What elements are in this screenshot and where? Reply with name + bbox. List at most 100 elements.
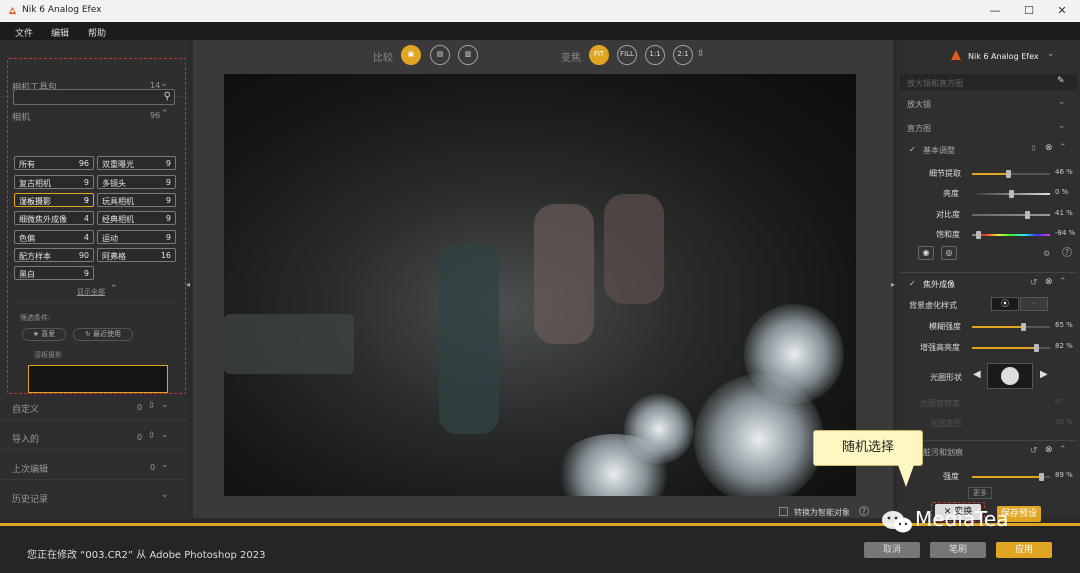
category-toy-camera[interactable]: 玩具相机 9 — [97, 193, 176, 207]
pin-icon[interactable]: ✎ — [1057, 76, 1065, 86]
dirt-header[interactable]: 脏污和划痕 — [923, 447, 963, 458]
slider-blur[interactable] — [972, 323, 1050, 331]
chevron-up-icon[interactable]: ⌃ — [161, 109, 169, 119]
zoom-1-1-button[interactable]: 1:1 — [645, 45, 665, 65]
value-highlights: 82 % — [1055, 342, 1073, 350]
camera-header[interactable]: 相机 — [12, 110, 30, 123]
chevron-up-icon[interactable]: ⌃ — [1059, 445, 1067, 455]
slider-label-saturation: 饱和度 — [936, 230, 960, 239]
category-bw[interactable]: 黑白 9 — [14, 266, 94, 280]
side-by-side-icon[interactable]: ▤ — [430, 45, 450, 65]
value-saturation: -84 % — [1055, 229, 1076, 237]
menu-edit[interactable]: 编辑 — [51, 26, 69, 39]
chevron-down-icon[interactable]: ⌄ — [161, 490, 169, 500]
close-icon[interactable]: ✕ — [1054, 3, 1070, 19]
chevron-down-icon[interactable]: ⌄ — [161, 400, 169, 410]
next-shape-icon[interactable]: ▶ — [1040, 369, 1048, 380]
category-recipe[interactable]: 配方样本 90 — [14, 248, 94, 262]
adjust-icon[interactable]: ⚙ — [1043, 249, 1050, 258]
section-custom[interactable]: 自定义 — [12, 402, 39, 415]
category-motion[interactable]: 运动 9 — [97, 230, 176, 244]
minimize-icon[interactable]: — — [987, 3, 1003, 19]
category-multi-lens[interactable]: 多镜头 9 — [97, 175, 176, 189]
show-all-link[interactable]: 显示全部 — [77, 287, 105, 297]
bokeh-style-option-2[interactable]: · — [1020, 297, 1048, 311]
split-view-icon[interactable]: ▥ — [458, 45, 478, 65]
category-subtle-bokeh[interactable]: 细微焦外成像 4 — [14, 211, 94, 225]
filter-favorites[interactable]: ★ 喜爱 — [22, 328, 66, 341]
wechat-icon — [882, 511, 912, 533]
histogram-header[interactable]: 直方图 — [907, 123, 931, 134]
smart-object-checkbox[interactable] — [779, 507, 788, 516]
chevron-down-icon[interactable]: ⌄ — [1047, 49, 1055, 59]
zoom-fill-button[interactable]: FILL — [617, 45, 637, 65]
section-history[interactable]: 历史记录 — [12, 492, 48, 505]
close-icon[interactable]: ⊗ — [1045, 277, 1053, 287]
bokeh-header[interactable]: 焦外成像 — [923, 279, 955, 290]
help-icon[interactable]: ? — [859, 506, 869, 516]
picker-icon[interactable]: ◉ — [918, 246, 934, 260]
section-last-edit[interactable]: 上次编辑 — [12, 462, 48, 475]
aperture-circle-icon — [1001, 367, 1019, 385]
reset-icon[interactable]: ↺ — [1030, 278, 1038, 288]
cancel-button[interactable]: 取消 — [864, 542, 920, 558]
title-bar: Nik 6 Analog Efex — ☐ ✕ — [0, 0, 1080, 22]
category-color-cast[interactable]: 色偏 4 — [14, 230, 94, 244]
slider-brightness[interactable] — [972, 190, 1050, 198]
filter-recent[interactable]: ↻ 最近使用 — [73, 328, 133, 341]
aperture-shape-preview[interactable] — [987, 363, 1033, 389]
chevron-down-icon[interactable]: ⌄ — [1058, 121, 1066, 131]
basic-header[interactable]: 基本调整 — [923, 145, 955, 156]
search-input[interactable]: ⚲ — [13, 89, 175, 105]
slider-saturation[interactable] — [972, 231, 1050, 239]
reset-icon[interactable]: ↺ — [1030, 446, 1038, 456]
brush-button[interactable]: 笔刷 — [930, 542, 986, 558]
more-dropdown[interactable]: 更多 — [968, 487, 992, 499]
preview-image[interactable] — [224, 74, 856, 496]
slider-detail[interactable] — [972, 170, 1050, 178]
search-icon[interactable]: ⚲ — [164, 91, 171, 102]
chevron-down-icon[interactable]: ⌄ — [161, 430, 169, 440]
preset-thumbnail[interactable] — [28, 365, 168, 393]
category-afga[interactable]: 阿弗格 16 — [97, 248, 176, 262]
bokeh-style-label: 背景虚化样式 — [909, 301, 957, 310]
sort-icon[interactable]: ⇳ — [148, 401, 156, 411]
control-point-icon[interactable]: ◎ — [941, 246, 957, 260]
check-icon[interactable]: ✓ — [909, 279, 916, 288]
section-imported[interactable]: 导入的 — [12, 432, 39, 445]
sort-icon[interactable]: ⇳ — [148, 431, 156, 441]
collapse-left-icon[interactable]: ◂ — [186, 280, 190, 289]
filter-label: 筛选条件: — [20, 314, 51, 322]
chevron-down-icon[interactable]: ⌄ — [161, 460, 169, 470]
close-icon[interactable]: ⊗ — [1045, 143, 1053, 153]
slider-strength[interactable] — [972, 473, 1050, 481]
category-all[interactable]: 所有 96 — [14, 156, 94, 170]
app-window: Nik 6 Analog Efex — ☐ ✕ 文件 编辑 帮助 相机工具包 1… — [0, 0, 1080, 573]
chevron-up-icon[interactable]: ⌃ — [1059, 143, 1067, 153]
help-icon[interactable]: ? — [1062, 247, 1072, 257]
prev-shape-icon[interactable]: ◀ — [973, 369, 981, 380]
category-double-exposure[interactable]: 双重曝光 9 — [97, 156, 176, 170]
single-view-icon[interactable]: ▣ — [401, 45, 421, 65]
category-wet-plate[interactable]: 湿板摄影 9 — [14, 193, 94, 207]
menu-help[interactable]: 帮助 — [88, 26, 106, 39]
close-icon[interactable]: ⊗ — [1045, 445, 1053, 455]
category-classic[interactable]: 经典相机 9 — [97, 211, 176, 225]
slider-highlights[interactable] — [972, 344, 1050, 352]
slider-contrast[interactable] — [972, 211, 1050, 219]
loupe-header[interactable]: 放大镜 — [907, 99, 931, 110]
bokeh-style-option-1[interactable]: ⦿ — [991, 297, 1019, 311]
chevron-down-icon[interactable]: ⌄ — [1058, 97, 1066, 107]
chevron-up-icon[interactable]: ⌃ — [110, 284, 118, 294]
menu-file[interactable]: 文件 — [15, 26, 33, 39]
zoom-stepper-icon[interactable]: ⇳ — [697, 49, 705, 59]
category-vintage[interactable]: 复古相机 9 — [14, 175, 94, 189]
apply-button[interactable]: 应用 — [996, 542, 1052, 558]
zoom-2-1-button[interactable]: 2:1 — [673, 45, 693, 65]
collapse-right-icon[interactable]: ▸ — [891, 280, 895, 289]
maximize-icon[interactable]: ☐ — [1021, 3, 1037, 19]
sort-icon[interactable]: ⇳ — [1030, 144, 1037, 153]
zoom-fit-button[interactable]: FIT — [589, 45, 609, 65]
chevron-up-icon[interactable]: ⌃ — [1059, 277, 1067, 287]
check-icon[interactable]: ✓ — [909, 145, 916, 154]
